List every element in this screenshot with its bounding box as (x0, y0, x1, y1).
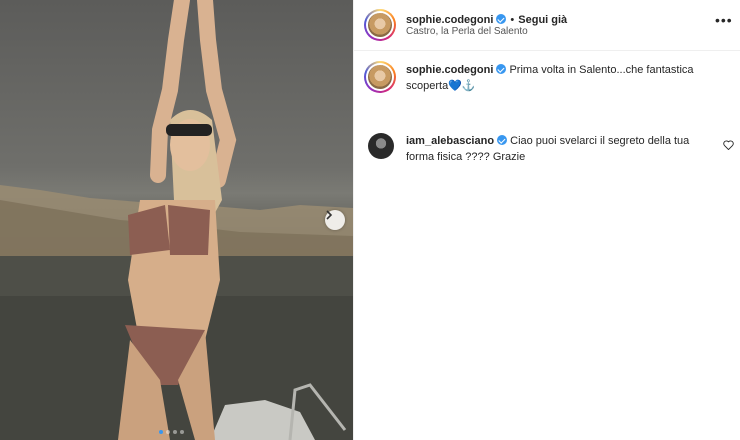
comment-avatar[interactable] (368, 133, 394, 159)
carousel-dot (180, 430, 184, 434)
author-username[interactable]: sophie.codegoni (406, 14, 493, 26)
verified-badge-icon (496, 64, 507, 74)
post-image[interactable] (0, 0, 353, 440)
chevron-right-icon (326, 210, 333, 220)
more-horizontal-icon[interactable]: ••• (715, 12, 733, 28)
caption-avatar[interactable] (364, 61, 396, 93)
comment-username[interactable]: iam_alebasciano (406, 135, 494, 147)
comment: iam_alebasciano Ciao puoi svelarci il se… (406, 133, 716, 165)
verified-badge-icon (497, 135, 508, 145)
follow-status-button[interactable]: Segui già (518, 14, 567, 26)
next-slide-button[interactable] (325, 210, 345, 230)
caption: sophie.codegoni Prima volta in Salento..… (406, 62, 726, 94)
post-header: sophie.codegoni • Segui già Castro, la Per… (354, 0, 740, 51)
carousel-dot (159, 430, 163, 434)
like-heart-icon[interactable] (723, 140, 734, 150)
separator-dot: • (510, 14, 515, 26)
carousel-dot (166, 430, 170, 434)
verified-badge-icon (496, 14, 507, 24)
photo-illustration (0, 0, 353, 440)
caption-username[interactable]: sophie.codegoni (406, 64, 493, 76)
location-link[interactable]: Castro, la Perla del Salento (406, 26, 528, 37)
carousel-dot (173, 430, 177, 434)
carousel-indicator (159, 430, 184, 434)
avatar[interactable] (364, 9, 396, 41)
post-details-panel: sophie.codegoni • Segui già Castro, la Per… (353, 0, 740, 440)
